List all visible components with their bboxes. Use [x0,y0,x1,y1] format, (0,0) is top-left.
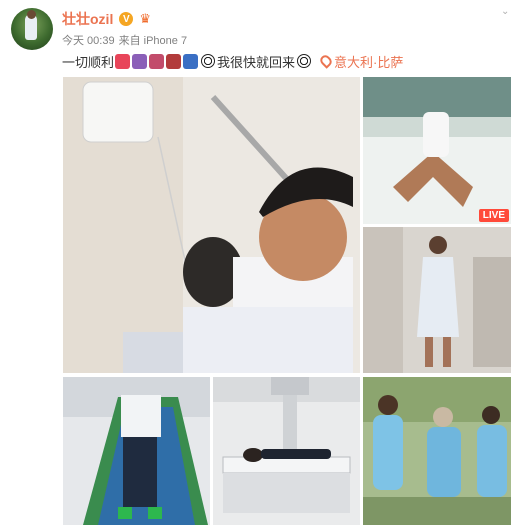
photo-electro-drawing [63,377,210,525]
user-row: 壮壮ozil V ♛ [62,10,155,28]
emoji-icon-5 [183,53,199,69]
post-time[interactable]: 今天 00:39 [62,32,115,48]
emoji-icon-1 [115,53,131,69]
location-link[interactable]: 意大利·比萨 [318,52,404,71]
location-pin-icon [318,53,334,69]
post-text-2: 我很快就回来 [217,54,296,70]
photo-team-field[interactable] [363,377,511,525]
photo-xray-drawing [213,377,360,525]
avatar[interactable] [11,8,53,50]
soccer-ball-icon [297,54,312,68]
emoji-icon-4 [166,53,182,69]
post-source: 来自 iPhone 7 [118,35,188,47]
photo-main-selfie[interactable] [63,77,360,373]
user-name[interactable]: 壮壮ozil [62,9,113,29]
photo-standing-gown[interactable] [363,227,511,373]
weibo-post-card: 壮壮ozil V ♛ ⌄ 今天 00:39 来自 iPhone 7 一切顺利 我… [0,0,525,528]
post-text: 一切顺利 我很快就回来 意大利·比萨 [62,52,403,70]
verified-badge-icon: V [119,12,134,26]
post-meta: 今天 00:39 来自 iPhone 7 [62,32,187,48]
live-badge: LIVE [478,209,509,222]
photo-leg-bed[interactable]: LIVE [363,77,511,224]
chevron-down-icon[interactable]: ⌄ [501,6,515,17]
photo-xray-room[interactable] [213,377,360,525]
emoji-icon-2 [132,53,148,69]
soccer-ball-icon [201,54,216,68]
photo-leg-drawing [363,77,511,224]
photo-standing-drawing [363,227,511,373]
location-label: 意大利·比萨 [334,54,404,70]
photo-team-drawing [363,377,511,525]
post-text-1: 一切顺利 [62,54,115,70]
avatar-head [27,10,36,19]
emoji-icon-3 [149,53,165,69]
photo-main-drawing [63,77,360,373]
crown-icon: ♛ [139,11,151,26]
photo-electro-bed[interactable] [63,377,210,525]
